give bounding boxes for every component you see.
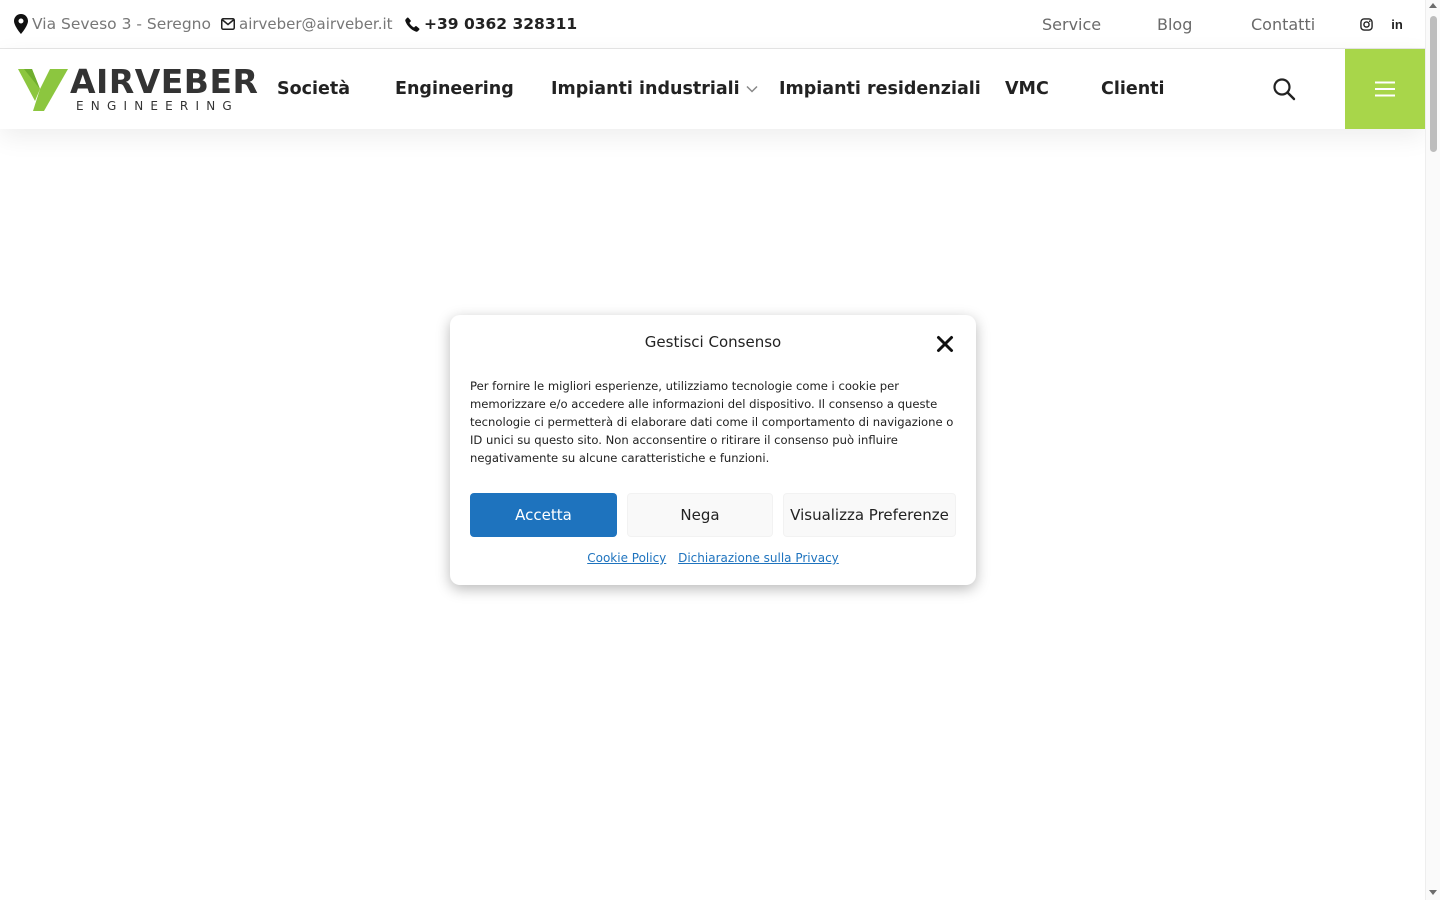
accept-button[interactable]: Accetta [470, 493, 617, 537]
top-link-contatti[interactable]: Contatti [1251, 0, 1315, 48]
email-link[interactable]: airveber@airveber.it [221, 0, 393, 48]
top-link-service[interactable]: Service [1042, 0, 1101, 48]
scroll-thumb[interactable] [1430, 16, 1437, 152]
scroll-down-arrow-icon[interactable] [1429, 890, 1437, 895]
policy-links: Cookie Policy Dichiarazione sulla Privac… [450, 551, 976, 565]
envelope-icon [221, 18, 235, 30]
page-scrollbar[interactable] [1425, 0, 1440, 900]
nav-impianti-residenziali[interactable]: Impianti residenziali [779, 49, 981, 129]
top-bar: Via Seveso 3 - Seregno airveber@airveber… [0, 0, 1425, 49]
consent-message: Per fornire le migliori esperienze, util… [470, 379, 954, 465]
nav-engineering[interactable]: Engineering [395, 49, 514, 129]
hamburger-menu-button[interactable] [1345, 49, 1425, 129]
close-icon[interactable] [936, 335, 954, 353]
nav-clienti[interactable]: Clienti [1101, 49, 1165, 129]
hamburger-icon [1375, 81, 1395, 97]
nav-impianti-industriali[interactable]: Impianti industriali [551, 49, 758, 129]
top-link-blog[interactable]: Blog [1157, 0, 1192, 48]
instagram-icon[interactable] [1358, 16, 1374, 32]
cookie-consent-dialog: Gestisci Consenso Per fornire le miglior… [450, 315, 976, 585]
dialog-title: Gestisci Consenso [644, 333, 782, 351]
main-header: AIRVEBER ENGINEERING Società Engineering… [0, 49, 1425, 129]
search-icon[interactable] [1272, 77, 1296, 101]
cookie-policy-link[interactable]: Cookie Policy [587, 551, 666, 565]
linkedin-icon[interactable]: in [1389, 16, 1405, 32]
scroll-up-arrow-icon[interactable] [1429, 3, 1437, 8]
privacy-statement-link[interactable]: Dichiarazione sulla Privacy [678, 551, 839, 565]
map-pin-icon [14, 14, 28, 34]
deny-button[interactable]: Nega [627, 493, 773, 537]
view-preferences-button[interactable]: Visualizza Preferenze [783, 493, 956, 537]
logo-mark-icon [18, 69, 68, 111]
phone-link[interactable]: +39 0362 328311 [405, 0, 577, 48]
logo-subtitle: ENGINEERING [76, 99, 239, 113]
logo-wordmark: AIRVEBER [70, 62, 259, 101]
nav-vmc[interactable]: VMC [1005, 49, 1049, 129]
nav-societa[interactable]: Società [277, 49, 350, 129]
phone-text: +39 0362 328311 [424, 15, 578, 33]
logo[interactable]: AIRVEBER ENGINEERING [18, 63, 258, 115]
nav-impianti-industriali-label: Impianti industriali [551, 79, 740, 99]
phone-icon [405, 16, 420, 32]
chevron-down-icon [746, 85, 758, 93]
email-text: airveber@airveber.it [239, 15, 393, 33]
address: Via Seveso 3 - Seregno [14, 0, 211, 48]
address-text: Via Seveso 3 - Seregno [32, 15, 211, 33]
